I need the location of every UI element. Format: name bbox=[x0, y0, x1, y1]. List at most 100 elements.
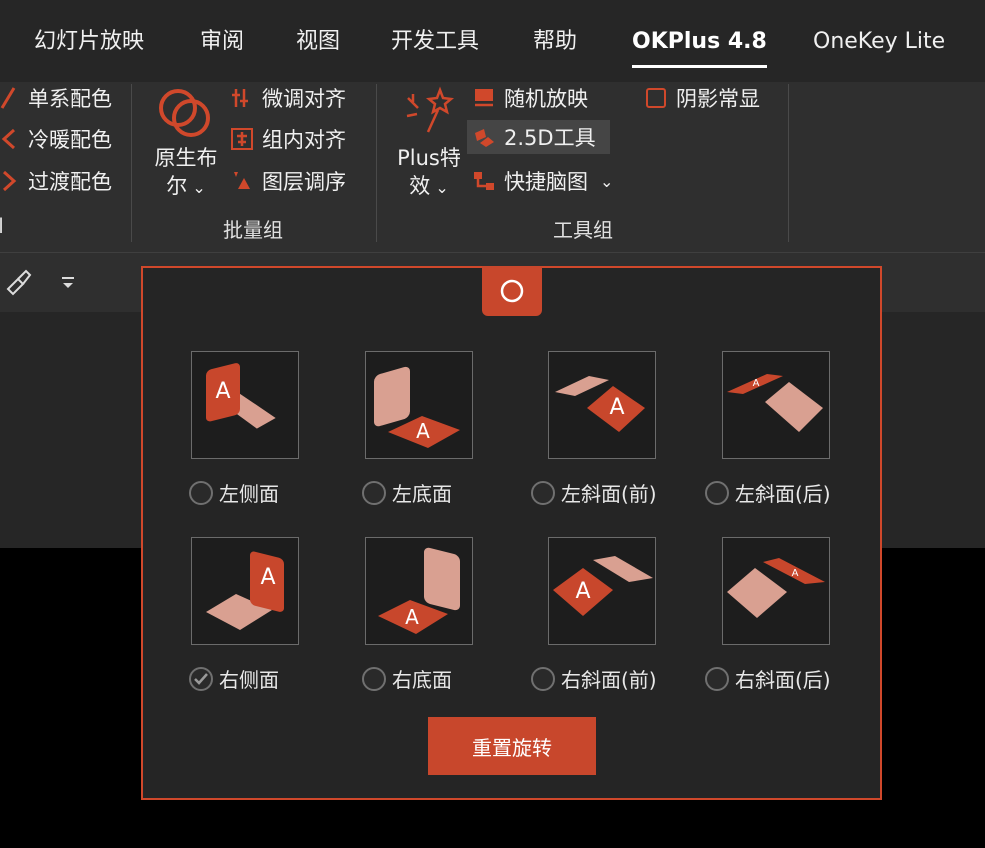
left-side-face-label: 左侧面 bbox=[219, 482, 279, 506]
native-boolean-label-line2: 尔 bbox=[166, 174, 188, 198]
fine-align-label: 微调对齐 bbox=[262, 87, 346, 111]
radio-button[interactable] bbox=[531, 666, 555, 691]
group-separator bbox=[131, 84, 132, 242]
left-oblique-front-radio[interactable]: 左斜面(前) bbox=[531, 478, 657, 507]
group-align-label: 组内对齐 bbox=[262, 128, 346, 152]
left-bottom-face-radio[interactable]: 左底面 bbox=[362, 478, 452, 507]
checkbox-icon bbox=[642, 88, 670, 108]
chevron-down-icon[interactable]: ⌄ bbox=[600, 172, 613, 191]
radio-button[interactable] bbox=[705, 480, 729, 505]
tile-letter: A bbox=[405, 605, 419, 629]
left-oblique-back-radio[interactable]: 左斜面(后) bbox=[705, 478, 831, 507]
tab-view[interactable]: 视图 bbox=[296, 24, 340, 60]
radio-button[interactable] bbox=[705, 666, 729, 691]
fine-align-button[interactable]: 微调对齐 bbox=[228, 81, 346, 115]
left-oblique-front-label: 左斜面(前) bbox=[561, 482, 657, 506]
right-oblique-back-label: 右斜面(后) bbox=[735, 668, 831, 692]
slash-icon bbox=[0, 86, 22, 110]
layer-order-icon bbox=[228, 169, 256, 193]
plus-effects-label-line2: 效 bbox=[409, 174, 431, 198]
tile-letter: A bbox=[609, 395, 624, 420]
color-group-label-fragment: l bbox=[0, 214, 4, 238]
warm-cool-color-button[interactable]: 冷暖配色 bbox=[0, 122, 112, 156]
gradient-color-button[interactable]: 过渡配色 bbox=[0, 164, 112, 198]
tile-letter: A bbox=[792, 568, 799, 579]
single-color-scheme-button[interactable]: 单系配色 bbox=[0, 81, 112, 115]
mindmap-icon bbox=[470, 169, 498, 193]
group-separator bbox=[376, 84, 377, 242]
format-painter-icon[interactable] bbox=[4, 267, 34, 297]
2-5d-tool-button[interactable]: 2.5D工具 bbox=[467, 120, 610, 154]
customize-toolbar-icon[interactable] bbox=[58, 273, 78, 293]
group-separator bbox=[788, 84, 789, 242]
panel-handle[interactable] bbox=[482, 266, 542, 316]
left-bottom-face-tile[interactable]: A bbox=[365, 351, 473, 459]
checkmark-icon bbox=[194, 672, 208, 685]
right-oblique-back-tile[interactable]: A bbox=[722, 537, 830, 645]
tab-onekey-lite[interactable]: OneKey Lite bbox=[813, 24, 945, 60]
left-oblique-back-label: 左斜面(后) bbox=[735, 482, 831, 506]
quick-mindmap-button[interactable]: 快捷脑图 ⌄ bbox=[470, 164, 613, 198]
right-oblique-back-radio[interactable]: 右斜面(后) bbox=[705, 664, 831, 693]
left-oblique-front-tile[interactable]: A bbox=[548, 351, 656, 459]
magic-wand-icon bbox=[406, 86, 455, 133]
tile-letter: A bbox=[215, 379, 230, 404]
shadow-always-show-label: 阴影常显 bbox=[676, 87, 760, 111]
native-boolean-label-line1: 原生布 bbox=[154, 146, 218, 170]
fine-align-icon bbox=[228, 86, 256, 110]
right-oblique-front-label: 右斜面(前) bbox=[561, 668, 657, 692]
random-show-button[interactable]: 随机放映 bbox=[470, 81, 588, 115]
group-align-icon bbox=[228, 127, 256, 151]
layer-order-label: 图层调序 bbox=[262, 170, 346, 194]
tab-help[interactable]: 帮助 bbox=[533, 24, 577, 60]
right-side-face-tile[interactable]: A bbox=[191, 537, 299, 645]
right-oblique-front-tile[interactable]: A bbox=[548, 537, 656, 645]
reset-rotation-button[interactable]: 重置旋转 bbox=[428, 717, 596, 775]
gradient-color-label: 过渡配色 bbox=[28, 170, 112, 194]
quick-mindmap-label: 快捷脑图 bbox=[504, 170, 588, 194]
2-5d-rotation-panel: A A A A 左侧面 左底面 左斜面(前) 左斜面(后) A A A A 右侧… bbox=[141, 266, 882, 800]
left-side-face-tile[interactable]: A bbox=[191, 351, 299, 459]
layer-order-button[interactable]: 图层调序 bbox=[228, 164, 346, 198]
group-align-button[interactable]: 组内对齐 bbox=[228, 122, 346, 156]
right-bottom-face-radio[interactable]: 右底面 bbox=[362, 664, 452, 693]
tile-letter: A bbox=[260, 565, 275, 590]
tool-group-label: 工具组 bbox=[553, 218, 613, 242]
radio-button[interactable] bbox=[189, 666, 213, 691]
ribbon-tab-bar: 幻灯片放映 审阅 视图 开发工具 帮助 OKPlus 4.8 OneKey Li… bbox=[0, 0, 985, 82]
right-bottom-face-tile[interactable]: A bbox=[365, 537, 473, 645]
radio-button[interactable] bbox=[362, 666, 386, 691]
2-5d-shape-icon bbox=[470, 125, 498, 149]
radio-button[interactable] bbox=[189, 480, 213, 505]
tile-letter: A bbox=[753, 378, 760, 389]
tab-okplus[interactable]: OKPlus 4.8 bbox=[632, 24, 767, 68]
tab-review[interactable]: 审阅 bbox=[200, 24, 244, 60]
chevron-left-icon bbox=[0, 127, 22, 151]
shadow-always-show-checkbox[interactable]: 阴影常显 bbox=[642, 81, 760, 115]
radio-button[interactable] bbox=[362, 480, 386, 505]
tile-letter: A bbox=[416, 419, 430, 443]
circle-icon bbox=[500, 279, 524, 303]
right-bottom-face-label: 右底面 bbox=[392, 668, 452, 692]
tab-developer[interactable]: 开发工具 bbox=[391, 24, 479, 60]
slides-stack-icon bbox=[470, 86, 498, 110]
chevron-right-icon bbox=[0, 169, 22, 193]
left-bottom-face-label: 左底面 bbox=[392, 482, 452, 506]
left-oblique-back-tile[interactable]: A bbox=[722, 351, 830, 459]
2-5d-tool-label: 2.5D工具 bbox=[504, 126, 596, 150]
right-side-face-radio[interactable]: 右侧面 bbox=[189, 664, 279, 693]
tile-letter: A bbox=[575, 579, 590, 604]
boolean-circles-icon bbox=[159, 89, 210, 137]
left-side-face-radio[interactable]: 左侧面 bbox=[189, 478, 279, 507]
radio-button[interactable] bbox=[531, 480, 555, 505]
warm-cool-color-label: 冷暖配色 bbox=[28, 128, 112, 152]
batch-group-label: 批量组 bbox=[223, 218, 283, 242]
right-oblique-front-radio[interactable]: 右斜面(前) bbox=[531, 664, 657, 693]
chevron-down-icon: ⌄ bbox=[187, 178, 206, 197]
right-side-face-label: 右侧面 bbox=[219, 668, 279, 692]
tab-slideshow[interactable]: 幻灯片放映 bbox=[34, 24, 144, 60]
random-show-label: 随机放映 bbox=[504, 87, 588, 111]
plus-effects-label-line1: Plus特 bbox=[397, 146, 461, 170]
single-color-scheme-label: 单系配色 bbox=[28, 87, 112, 111]
chevron-down-icon: ⌄ bbox=[430, 178, 449, 197]
